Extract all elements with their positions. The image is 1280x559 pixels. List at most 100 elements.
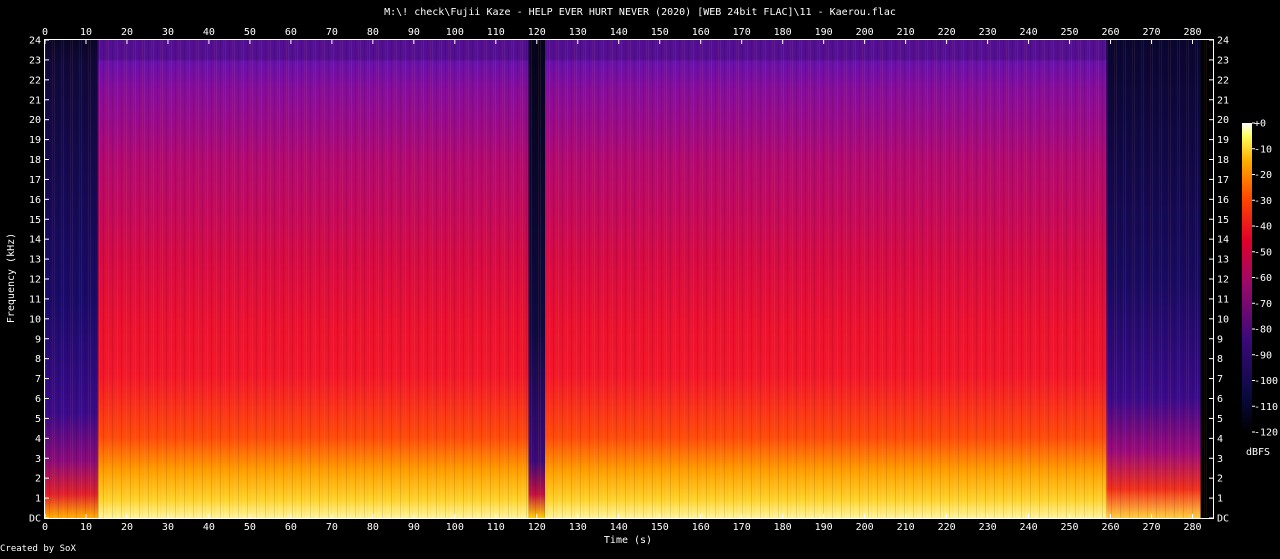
x-tick-label: 30 xyxy=(162,27,174,38)
colorbar-tick-label: -120 xyxy=(1254,428,1278,439)
y-tick-label: 8 xyxy=(35,354,41,365)
footer-credit: Created by SoX xyxy=(0,544,76,554)
y-tick-label: 21 xyxy=(1217,95,1229,106)
y-tick-label: 10 xyxy=(1217,314,1229,325)
y-tick-label: 3 xyxy=(35,454,41,465)
x-tick-label: 230 xyxy=(979,27,997,38)
colorbar-gradient xyxy=(1242,123,1252,432)
y-tick-label: 21 xyxy=(29,95,41,106)
x-tick-label: 70 xyxy=(326,522,338,533)
x-tick-label: 240 xyxy=(1020,522,1038,533)
colorbar-tick-label: -80 xyxy=(1254,325,1272,336)
y-tick-label: 20 xyxy=(29,115,41,126)
y-tick-label: 16 xyxy=(1217,195,1229,206)
y-tick-label: 23 xyxy=(29,55,41,66)
x-tick-label: 140 xyxy=(610,27,628,38)
x-tick-label: 280 xyxy=(1183,27,1201,38)
colorbar-tick-label: -50 xyxy=(1254,247,1272,258)
y-tick-label: 18 xyxy=(1217,155,1229,166)
y-tick-label: 18 xyxy=(29,155,41,166)
x-tick-label: 20 xyxy=(121,27,133,38)
y-tick-label: 9 xyxy=(35,334,41,345)
x-tick-label: 180 xyxy=(774,27,792,38)
x-tick-label: 120 xyxy=(528,27,546,38)
x-tick-label: 270 xyxy=(1142,27,1160,38)
x-tick-label: 50 xyxy=(244,27,256,38)
colorbar-tick-label: -100 xyxy=(1254,376,1278,387)
colorbar-tick-label: -20 xyxy=(1254,170,1272,181)
x-tick-label: 220 xyxy=(938,522,956,533)
colorbar-tick-label: -40 xyxy=(1254,222,1272,233)
y-tick-label: 4 xyxy=(35,434,41,445)
x-tick-label: 0 xyxy=(42,27,48,38)
y-tick-label: 23 xyxy=(1217,55,1229,66)
x-tick-label: 80 xyxy=(367,522,379,533)
x-tick-label: 240 xyxy=(1020,27,1038,38)
colorbar-tick-label: +0 xyxy=(1254,119,1266,130)
x-tick-label: 10 xyxy=(80,522,92,533)
x-tick-label: 130 xyxy=(569,27,587,38)
x-tick-label: 250 xyxy=(1061,522,1079,533)
x-tick-label: 210 xyxy=(897,522,915,533)
y-tick-label: 7 xyxy=(1217,374,1223,385)
spectrogram-chart: M:\! check\Fujii Kaze - HELP EVER HURT N… xyxy=(6,7,1278,546)
y-tick-label: 16 xyxy=(29,195,41,206)
x-tick-label: 190 xyxy=(815,522,833,533)
colorbar-tick-label: -60 xyxy=(1254,273,1272,284)
x-tick-label: 40 xyxy=(203,522,215,533)
x-tick-label: 250 xyxy=(1061,27,1079,38)
y-tick-label: 17 xyxy=(1217,175,1229,186)
x-tick-label: 100 xyxy=(446,522,464,533)
y-tick-label: 22 xyxy=(1217,75,1229,86)
y-tick-label: 2 xyxy=(35,474,41,485)
y-tick-label: 14 xyxy=(1217,235,1229,246)
y-tick-label: 24 xyxy=(1217,36,1229,47)
colorbar-tick-label: -70 xyxy=(1254,299,1272,310)
colorbar-ticks: +0 -10 -20 -30 -40 -50 -60 -70 -80 -90 -100 -110 -12… xyxy=(1252,119,1278,439)
x-tick-label: 220 xyxy=(938,27,956,38)
x-tick-label: 90 xyxy=(408,522,420,533)
y-tick-label: 1 xyxy=(35,494,41,505)
x-axis-label: Time (s) xyxy=(604,535,652,546)
chart-title: M:\! check\Fujii Kaze - HELP EVER HURT N… xyxy=(384,7,896,18)
x-tick-label: 0 xyxy=(42,522,48,533)
x-tick-label: 110 xyxy=(487,27,505,38)
y-tick-label: 12 xyxy=(1217,275,1229,286)
x-tick-label: 30 xyxy=(162,522,174,533)
y-tick-label: 5 xyxy=(35,414,41,425)
y-tick-label: 24 xyxy=(29,36,41,47)
y-tick-label: 12 xyxy=(29,275,41,286)
x-tick-label: 210 xyxy=(897,27,915,38)
y-tick-label: 5 xyxy=(1217,414,1223,425)
x-tick-label: 60 xyxy=(285,27,297,38)
x-tick-label: 190 xyxy=(815,27,833,38)
y-tick-label: 10 xyxy=(29,314,41,325)
spectrogram-figure: M:\! check\Fujii Kaze - HELP EVER HURT N… xyxy=(0,0,1280,555)
colorbar: +0 -10 -20 -30 -40 -50 -60 -70 -80 -90 -100 -110 -12… xyxy=(1242,119,1278,458)
x-tick-label: 10 xyxy=(80,27,92,38)
x-tick-label: 180 xyxy=(774,522,792,533)
x-tick-label: 280 xyxy=(1183,522,1201,533)
y-tick-label: 4 xyxy=(1217,434,1223,445)
y-tick-label: DC xyxy=(29,514,41,525)
x-tick-label: 60 xyxy=(285,522,297,533)
x-tick-label: 90 xyxy=(408,27,420,38)
colorbar-tick-label: -110 xyxy=(1254,402,1278,413)
x-tick-label: 260 xyxy=(1102,522,1120,533)
x-tick-label: 150 xyxy=(651,27,669,38)
x-tick-label: 200 xyxy=(856,27,874,38)
y-tick-label: 15 xyxy=(1217,215,1229,226)
y-tick-label: 8 xyxy=(1217,354,1223,365)
y-tick-label: 15 xyxy=(29,215,41,226)
x-tick-label: 150 xyxy=(651,522,669,533)
y-tick-label: 17 xyxy=(29,175,41,186)
x-tick-label: 270 xyxy=(1142,522,1160,533)
x-tick-label: 20 xyxy=(121,522,133,533)
x-tick-label: 130 xyxy=(569,522,587,533)
x-tick-label: 170 xyxy=(733,522,751,533)
y-tick-label: 9 xyxy=(1217,334,1223,345)
colorbar-tick-label: -10 xyxy=(1254,144,1272,155)
x-tick-label: 120 xyxy=(528,522,546,533)
y-tick-label: 7 xyxy=(35,374,41,385)
y-tick-label: 19 xyxy=(1217,135,1229,146)
